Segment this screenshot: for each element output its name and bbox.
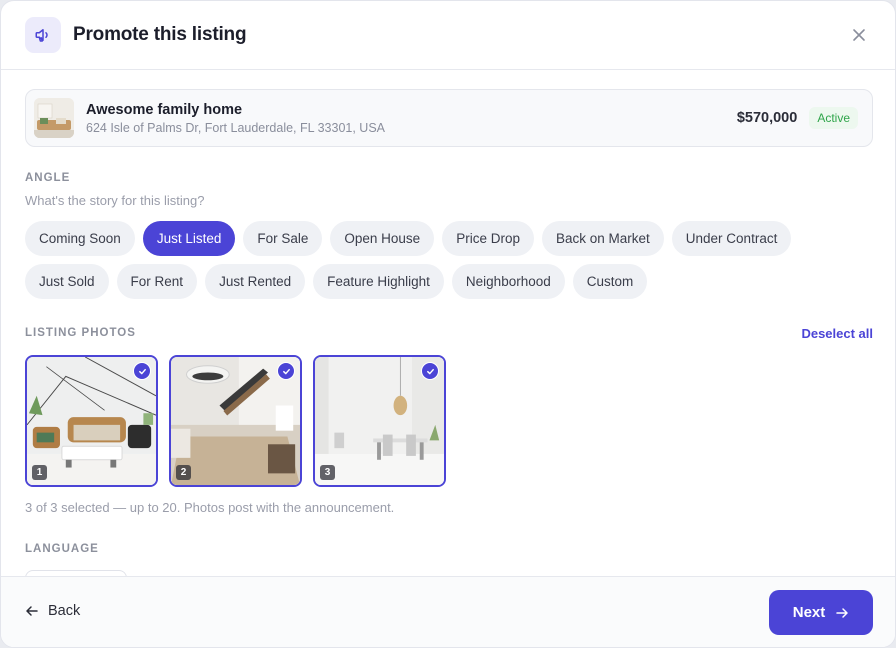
photo-tile-1[interactable]: 1 xyxy=(25,355,158,487)
angle-chips: Coming Soon Just Listed For Sale Open Ho… xyxy=(25,221,873,307)
listing-address: 624 Isle of Palms Dr, Fort Lauderdale, F… xyxy=(86,120,385,135)
arrow-right-icon xyxy=(836,607,848,618)
chip-just-rented[interactable]: Just Rented xyxy=(205,264,306,299)
photos-summary: 3 of 3 selected — up to 20. Photos post … xyxy=(25,500,395,515)
angle-label: ANGLE xyxy=(25,172,71,184)
chip-feature-highlight[interactable]: Feature Highlight xyxy=(313,264,444,299)
next-button[interactable]: Next xyxy=(769,590,873,635)
language-label: LANGUAGE xyxy=(25,543,99,555)
photo-tile-3[interactable]: 3 xyxy=(313,355,446,487)
modal-title: Promote this listing xyxy=(73,24,247,45)
next-label: Next xyxy=(792,604,826,621)
listing-photos-label: LISTING PHOTOS xyxy=(25,327,136,339)
listing-thumbnail xyxy=(34,98,74,138)
listing-name: Awesome family home xyxy=(86,101,243,118)
photo-tile-2[interactable]: 2 xyxy=(169,355,302,487)
photo-grid: 1 2 3 xyxy=(25,355,446,487)
promote-listing-modal: Promote this listing Awesome family home… xyxy=(0,0,896,648)
chip-coming-soon[interactable]: Coming Soon xyxy=(25,221,135,256)
megaphone-icon xyxy=(25,17,61,53)
back-button[interactable]: Back xyxy=(25,603,80,619)
photo-number-2: 2 xyxy=(176,465,191,480)
check-icon xyxy=(426,368,434,374)
arrow-left-icon xyxy=(26,606,38,616)
listing-info: Awesome family home 624 Isle of Palms Dr… xyxy=(86,102,737,135)
chip-just-listed[interactable]: Just Listed xyxy=(142,221,236,256)
photo-number-3: 3 xyxy=(320,465,335,480)
close-icon xyxy=(853,29,865,41)
close-button[interactable] xyxy=(847,23,871,47)
photo-number-1: 1 xyxy=(32,465,47,480)
listing-price: $570,000 xyxy=(736,110,798,126)
chip-for-sale[interactable]: For Sale xyxy=(243,221,323,256)
modal-footer: Back Next xyxy=(1,576,895,647)
status-badge: Active xyxy=(809,107,858,129)
chip-just-sold[interactable]: Just Sold xyxy=(25,264,109,299)
chip-for-rent[interactable]: For Rent xyxy=(116,264,198,299)
chip-row-1: Coming Soon Just Listed For Sale Open Ho… xyxy=(25,221,873,256)
photo-check-2 xyxy=(277,362,295,380)
photo-check-1 xyxy=(133,362,151,380)
listing-card: Awesome family home 624 Isle of Palms Dr… xyxy=(25,89,873,147)
modal-header: Promote this listing xyxy=(1,1,895,70)
modal-body: Awesome family home 624 Isle of Palms Dr… xyxy=(1,70,895,576)
chip-custom[interactable]: Custom xyxy=(572,264,648,299)
back-label: Back xyxy=(48,603,81,619)
check-icon xyxy=(138,368,146,374)
angle-hint: What's the story for this listing? xyxy=(25,193,205,208)
chip-neighborhood[interactable]: Neighborhood xyxy=(451,264,565,299)
deselect-all-link[interactable]: Deselect all xyxy=(801,326,873,341)
photo-check-3 xyxy=(421,362,439,380)
chip-under-contract[interactable]: Under Contract xyxy=(671,221,792,256)
chip-back-on-market[interactable]: Back on Market xyxy=(541,221,664,256)
chip-open-house[interactable]: Open House xyxy=(330,221,435,256)
check-icon xyxy=(282,368,290,374)
chip-price-drop[interactable]: Price Drop xyxy=(442,221,534,256)
chip-row-2: Just Sold For Rent Just Rented Feature H… xyxy=(25,264,873,299)
